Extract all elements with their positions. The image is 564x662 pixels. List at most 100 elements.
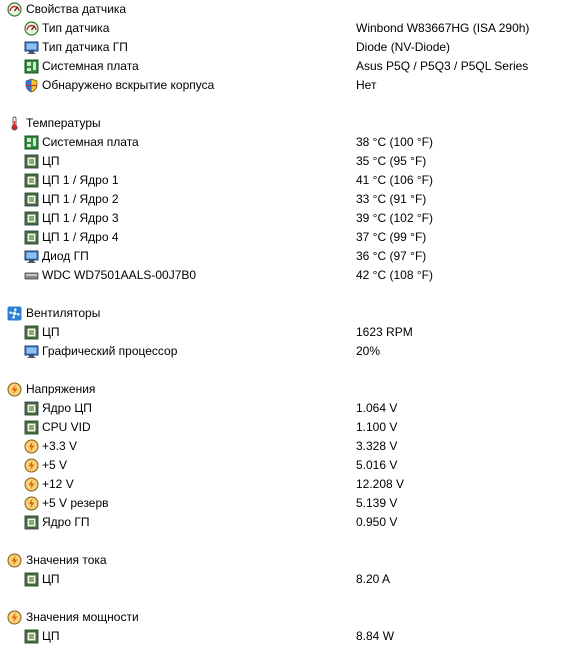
sensor-value: 1623 RPM [356, 325, 413, 339]
section-header[interactable]: Напряжения [0, 380, 564, 399]
section-title: Температуры [26, 116, 101, 130]
sensor-value: Winbond W83667HG (ISA 290h) [356, 21, 530, 35]
sensor-row[interactable]: Обнаружено вскрытие корпуса Нет [0, 76, 564, 95]
sensor-value: 39 °C (102 °F) [356, 211, 433, 225]
sensor-value: 8.20 A [356, 572, 391, 586]
sensor-row[interactable]: WDC WD7501AALS-00J7B0 42 °C (108 °F) [0, 266, 564, 285]
voltage-icon [7, 382, 22, 397]
cpu-chip-icon [24, 629, 39, 644]
sensor-label: +12 V [42, 477, 74, 491]
sensor-row[interactable]: Диод ГП 36 °C (97 °F) [0, 247, 564, 266]
sensor-label: ЦП [42, 154, 60, 168]
sensor-label: +3.3 V [42, 439, 78, 453]
sensor-value: 38 °C (100 °F) [356, 135, 433, 149]
sensor-value: 3.328 V [356, 439, 398, 453]
cpu-chip-icon [24, 401, 39, 416]
sensor-label: ЦП [42, 572, 60, 586]
sensor-value: 1.064 V [356, 401, 398, 415]
sensor-gauge-icon [24, 21, 39, 36]
cpu-chip-icon [24, 192, 39, 207]
monitor-icon [24, 40, 39, 55]
cpu-chip-icon [24, 325, 39, 340]
sensor-row[interactable]: Ядро ГП 0.950 V [0, 513, 564, 532]
sensor-row[interactable]: +3.3 V 3.328 V [0, 437, 564, 456]
section-title: Напряжения [26, 382, 96, 396]
cpu-chip-icon [24, 515, 39, 530]
sensor-row[interactable]: ЦП 1 / Ядро 1 41 °C (106 °F) [0, 171, 564, 190]
voltage-icon [24, 496, 39, 511]
sensor-row[interactable]: ЦП 1 / Ядро 4 37 °C (99 °F) [0, 228, 564, 247]
sensor-label: Графический процессор [42, 344, 178, 358]
sensor-row[interactable]: +12 V 12.208 V [0, 475, 564, 494]
cpu-chip-icon [24, 572, 39, 587]
section-header[interactable]: Значения тока [0, 551, 564, 570]
sensor-label: +5 V резерв [42, 496, 109, 510]
section-header[interactable]: Температуры [0, 114, 564, 133]
thermometer-icon [7, 116, 22, 131]
section-header[interactable]: Свойства датчика [0, 0, 564, 19]
sensor-row[interactable]: Тип датчика Winbond W83667HG (ISA 290h) [0, 19, 564, 38]
sensor-value: 20% [356, 344, 381, 358]
section-title: Значения мощности [26, 610, 139, 624]
motherboard-icon [24, 135, 39, 150]
sensor-value: 1.100 V [356, 420, 398, 434]
sensor-label: ЦП 1 / Ядро 3 [42, 211, 119, 225]
sensor-value: 0.950 V [356, 515, 398, 529]
section-header[interactable]: Значения мощности [0, 608, 564, 627]
sensor-row[interactable]: CPU VID 1.100 V [0, 418, 564, 437]
sensor-row[interactable]: ЦП 1623 RPM [0, 323, 564, 342]
section-title: Вентиляторы [26, 306, 101, 320]
sensor-row[interactable]: ЦП 1 / Ядро 3 39 °C (102 °F) [0, 209, 564, 228]
sensor-label: WDC WD7501AALS-00J7B0 [42, 268, 197, 282]
sensor-row[interactable]: Тип датчика ГП Diode (NV-Diode) [0, 38, 564, 57]
sensor-row[interactable]: ЦП 35 °C (95 °F) [0, 152, 564, 171]
voltage-icon [7, 610, 22, 625]
sensor-label: Тип датчика [42, 21, 110, 35]
sensor-row[interactable]: ЦП 8.20 A [0, 570, 564, 589]
sensor-row[interactable]: Системная плата Asus P5Q / P5Q3 / P5QL Se… [0, 57, 564, 76]
sensor-value: 8.84 W [356, 629, 395, 643]
motherboard-icon [24, 59, 39, 74]
sensor-row[interactable]: +5 V резерв 5.139 V [0, 494, 564, 513]
sensor-label: ЦП 1 / Ядро 2 [42, 192, 119, 206]
section-title: Свойства датчика [26, 2, 127, 16]
sensor-label: Ядро ЦП [42, 401, 92, 415]
voltage-icon [24, 458, 39, 473]
monitor-icon [24, 249, 39, 264]
sensor-value: Asus P5Q / P5Q3 / P5QL Series [356, 59, 529, 73]
cpu-chip-icon [24, 173, 39, 188]
sensor-label: Диод ГП [42, 249, 89, 263]
sensor-label: Обнаружено вскрытие корпуса [42, 78, 215, 92]
voltage-icon [24, 439, 39, 454]
sensor-value: Diode (NV-Diode) [356, 40, 451, 54]
sensor-row[interactable]: Системная плата 38 °C (100 °F) [0, 133, 564, 152]
sensor-label: ЦП 1 / Ядро 4 [42, 230, 119, 244]
sensor-label: Ядро ГП [42, 515, 90, 529]
cpu-chip-icon [24, 211, 39, 226]
sensor-row[interactable]: ЦП 8.84 W [0, 627, 564, 646]
sensor-value: 41 °C (106 °F) [356, 173, 433, 187]
sensor-label: Системная плата [42, 59, 139, 73]
voltage-icon [24, 477, 39, 492]
sensor-value: 5.139 V [356, 496, 398, 510]
sensor-label: CPU VID [42, 420, 91, 434]
sensor-label: Тип датчика ГП [42, 40, 128, 54]
shield-icon [24, 78, 39, 93]
sensor-gauge-icon [7, 2, 22, 17]
sensor-value: Нет [356, 78, 377, 92]
sensor-row[interactable]: Графический процессор 20% [0, 342, 564, 361]
sensor-row[interactable]: Ядро ЦП 1.064 V [0, 399, 564, 418]
cpu-chip-icon [24, 230, 39, 245]
sensor-label: +5 V [42, 458, 68, 472]
sensor-label: ЦП [42, 325, 60, 339]
sensor-row[interactable]: +5 V 5.016 V [0, 456, 564, 475]
sensor-value: 37 °C (99 °F) [356, 230, 427, 244]
voltage-icon [7, 553, 22, 568]
hard-drive-icon [24, 268, 39, 283]
sensor-row[interactable]: ЦП 1 / Ядро 2 33 °C (91 °F) [0, 190, 564, 209]
section-header[interactable]: Вентиляторы [0, 304, 564, 323]
